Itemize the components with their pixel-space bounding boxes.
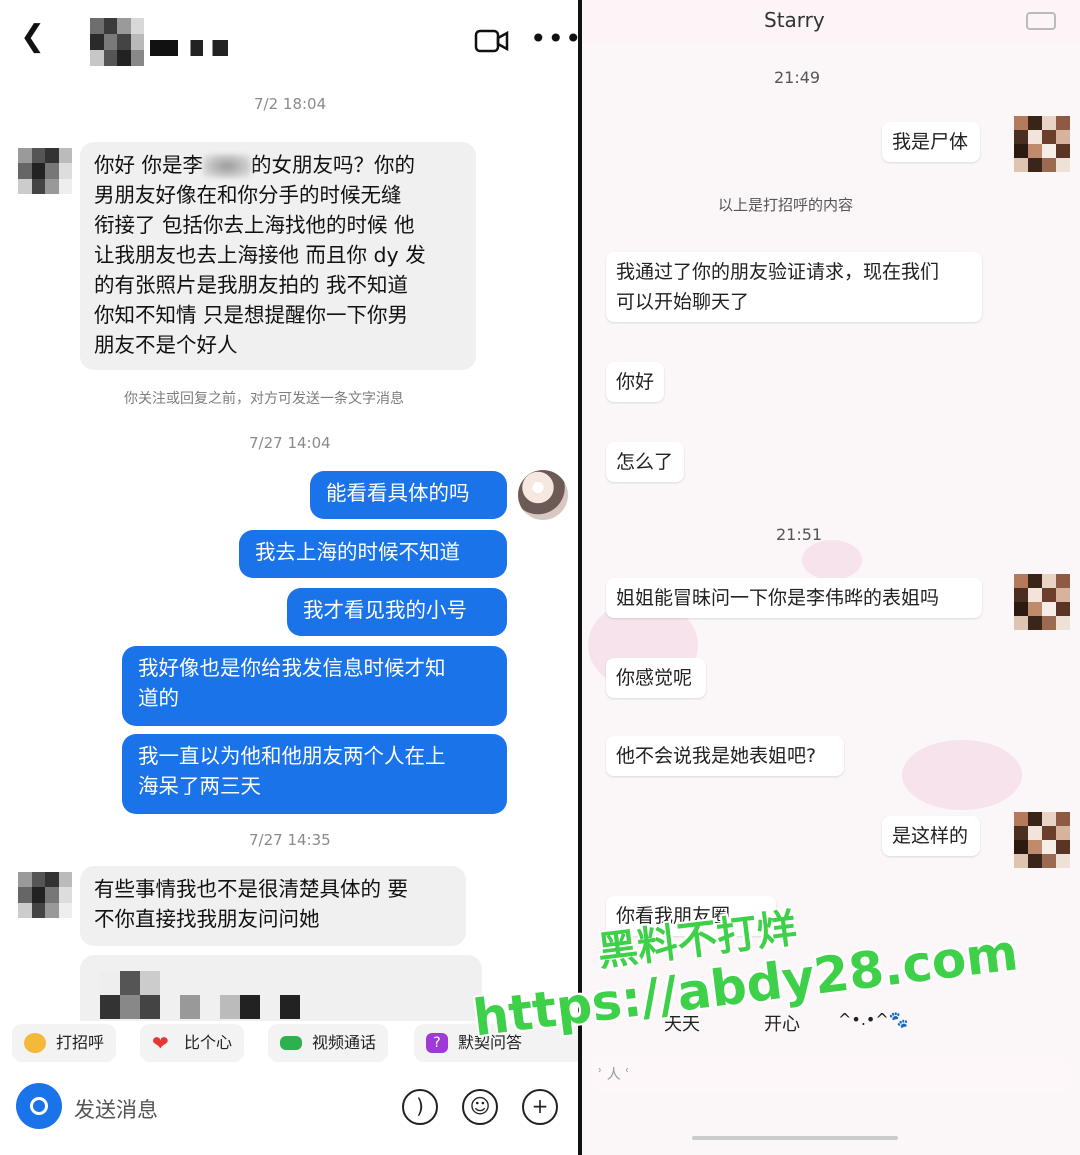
timestamp: 7/27 14:04 bbox=[249, 434, 331, 452]
outgoing-message: 我去上海的时候不知道 bbox=[239, 530, 507, 578]
greeting-hint: 以上是打招呼的内容 bbox=[718, 196, 854, 214]
quick-reply[interactable]: 开心 bbox=[764, 1010, 800, 1036]
chat-header: Starry bbox=[582, 0, 1080, 44]
message-line: 你好 你是李 的女朋友吗？你的 bbox=[94, 153, 416, 178]
outgoing-message: 能看看具体的吗 bbox=[310, 471, 507, 519]
voice-icon[interactable]: ) bbox=[402, 1089, 438, 1125]
chip-greet[interactable]: 打招呼 bbox=[12, 1024, 117, 1062]
sender-avatar bbox=[18, 872, 72, 918]
incoming-message: 我通过了你的朋友验证请求，现在我们 可以开始聊天了 bbox=[606, 252, 982, 322]
incoming-image-message[interactable] bbox=[80, 955, 482, 1021]
message-line: 你知不知情 只是想提醒你一下你男 bbox=[94, 303, 409, 327]
message-line: 衔接了 包括你去上海找他的时候 他 bbox=[94, 213, 415, 237]
incoming-message: 你感觉呢 bbox=[606, 658, 706, 698]
question-icon: ? bbox=[426, 1033, 448, 1053]
timestamp: 7/27 14:35 bbox=[249, 831, 331, 849]
background-decoration bbox=[902, 740, 1022, 810]
incoming-message: 你好 bbox=[606, 362, 664, 402]
chip-video-call[interactable]: 视频通话 bbox=[268, 1024, 389, 1062]
sender-avatar bbox=[18, 148, 72, 194]
video-call-icon[interactable] bbox=[474, 28, 510, 54]
outgoing-message: 姐姐能冒昧问一下你是李伟晔的表姐吗 bbox=[606, 578, 982, 618]
my-avatar bbox=[1014, 116, 1070, 172]
my-avatar bbox=[1014, 574, 1070, 630]
outgoing-message: 我好像也是你给我发信息时候才知 道的 bbox=[122, 646, 507, 726]
chat-title: Starry bbox=[764, 8, 825, 32]
left-chat-screenshot: ❮ ••• 7/2 18:04 你好 你是李 的女朋友吗？你的 男朋友好像在和你分… bbox=[0, 0, 578, 1155]
timestamp: 21:49 bbox=[774, 68, 821, 87]
contact-avatar[interactable] bbox=[90, 18, 144, 66]
wave-hand-icon bbox=[24, 1033, 46, 1053]
chip-heart[interactable]: ❤ 比个心 bbox=[140, 1024, 245, 1062]
chat-header: ❮ ••• bbox=[0, 0, 578, 72]
outgoing-message: 是这样的 bbox=[882, 816, 980, 856]
outgoing-message: 我才看见我的小号 bbox=[287, 588, 507, 636]
message-line: 的有张照片是我朋友拍的 我不知道 bbox=[94, 273, 409, 297]
redacted-image-content bbox=[100, 971, 300, 1019]
background-decoration bbox=[802, 540, 862, 580]
heart-icon: ❤ bbox=[152, 1031, 169, 1055]
camera-icon[interactable] bbox=[16, 1083, 62, 1129]
video-camera-icon bbox=[280, 1036, 302, 1050]
timestamp: 7/2 18:04 bbox=[254, 95, 327, 113]
input-decoration: ʾ 人 ʿ bbox=[598, 1067, 630, 1083]
message-line: 让我朋友也去上海接他 而且你 dy 发 bbox=[94, 243, 426, 267]
redacted-name-blur bbox=[203, 154, 252, 178]
incoming-message: 他不会说我是她表姐吧? bbox=[606, 736, 844, 776]
message-input[interactable]: 发送消息 bbox=[74, 1094, 158, 1124]
incoming-message: 你好 你是李 的女朋友吗？你的 男朋友好像在和你分手的时候无缝 衔接了 包括你去上… bbox=[80, 142, 476, 370]
my-avatar bbox=[1014, 812, 1070, 868]
my-avatar bbox=[518, 470, 568, 520]
message-limit-notice: 你关注或回复之前，对方可发送一条文字消息 bbox=[124, 391, 404, 407]
outgoing-message: 我是尸体 bbox=[882, 122, 980, 162]
message-input[interactable] bbox=[592, 1058, 1070, 1092]
back-icon[interactable]: ❮ bbox=[20, 22, 45, 52]
message-line: 男朋友好像在和你分手的时候无缝 bbox=[94, 183, 402, 207]
incoming-message: 有些事情我也不是很清楚具体的 要 不你直接找我朋友问问她 bbox=[80, 866, 466, 946]
outgoing-message: 我一直以为他和他朋友两个人在上 海呆了两三天 bbox=[122, 734, 507, 814]
plus-icon[interactable]: + bbox=[522, 1089, 558, 1125]
home-indicator bbox=[692, 1136, 898, 1140]
more-icon[interactable]: ••• bbox=[530, 24, 578, 54]
incoming-message: 怎么了 bbox=[606, 442, 684, 482]
emoji-icon[interactable]: ☺ bbox=[462, 1089, 498, 1125]
timestamp: 21:51 bbox=[776, 525, 823, 544]
message-line: 朋友不是个好人 bbox=[94, 333, 238, 357]
settings-icon[interactable] bbox=[1026, 12, 1056, 30]
kaomoji-sticker[interactable]: ^•.•^🐾 bbox=[838, 1010, 909, 1029]
contact-name-redacted bbox=[150, 40, 228, 56]
